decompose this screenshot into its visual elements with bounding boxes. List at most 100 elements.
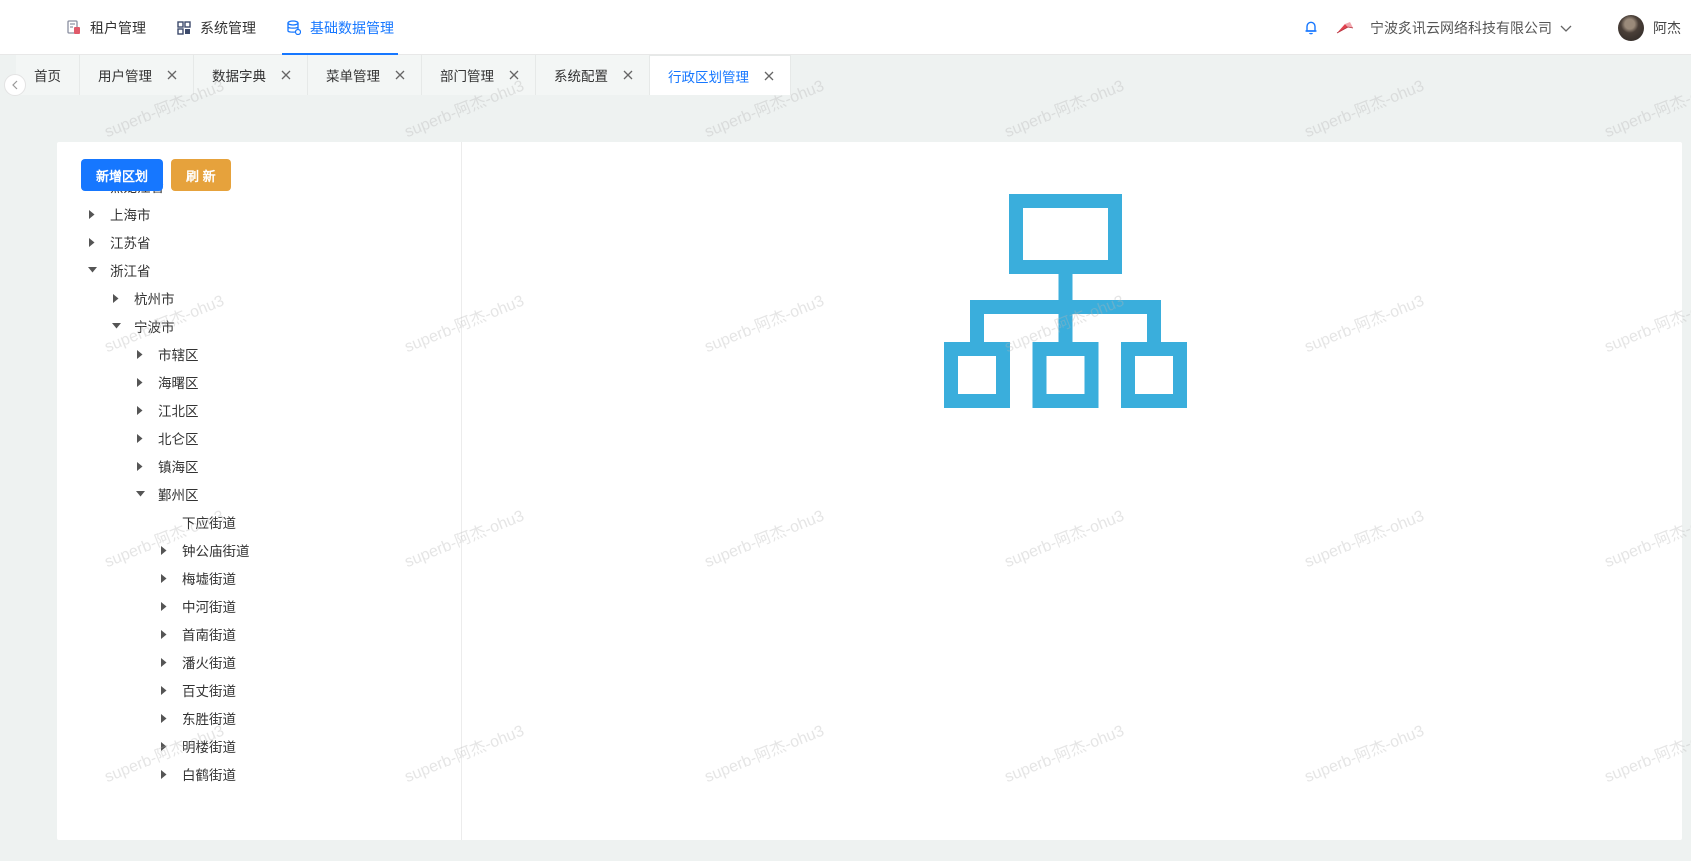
caret-right-icon[interactable] <box>159 573 169 583</box>
tree-node-label: 东胜街道 <box>182 712 236 727</box>
tab-menu-management[interactable]: 菜单管理 <box>308 55 422 95</box>
tab-label: 部门管理 <box>440 69 494 84</box>
tree-node-label: 百丈街道 <box>182 684 236 699</box>
tabs-scroll-left-button[interactable] <box>4 74 26 96</box>
tree-node[interactable]: 首南街道 <box>159 624 236 644</box>
menu-label: 租户管理 <box>90 19 146 36</box>
tab-system-config[interactable]: 系统配置 <box>536 55 650 95</box>
caret-right-icon[interactable] <box>111 293 121 303</box>
caret-right-icon[interactable] <box>135 405 145 415</box>
top-header: 租户管理 系统管理 基础数据管理 宁波炙讯云网络科技有限公司 阿杰 <box>0 0 1691 55</box>
tree-node-label: 下应街道 <box>182 516 236 531</box>
close-icon[interactable] <box>622 69 634 81</box>
tree-node[interactable]: 市辖区 <box>135 344 199 364</box>
tree-node[interactable]: 上海市 <box>87 204 151 224</box>
close-icon[interactable] <box>508 69 520 81</box>
tab-label: 首页 <box>34 69 61 84</box>
tab-label: 数据字典 <box>212 69 266 84</box>
tree-node-label: 浙江省 <box>110 264 151 279</box>
tab-label: 用户管理 <box>98 69 152 84</box>
header-tools: 宁波炙讯云网络科技有限公司 阿杰 <box>1302 0 1691 55</box>
tab-data-dictionary[interactable]: 数据字典 <box>194 55 308 95</box>
caret-right-icon[interactable] <box>159 769 169 779</box>
caret-right-icon[interactable] <box>135 461 145 471</box>
tree-node[interactable]: 东胜街道 <box>159 708 236 728</box>
skin-icon[interactable] <box>1336 19 1354 37</box>
menu-label: 基础数据管理 <box>310 19 394 36</box>
caret-right-icon[interactable] <box>159 629 169 639</box>
tree-node[interactable]: 白鹤街道 <box>159 764 236 784</box>
caret-right-icon[interactable] <box>135 349 145 359</box>
user-name[interactable]: 阿杰 <box>1653 18 1681 38</box>
company-switcher[interactable]: 宁波炙讯云网络科技有限公司 <box>1370 18 1572 38</box>
close-icon[interactable] <box>280 69 292 81</box>
tree-node-label: 宁波市 <box>134 320 175 335</box>
chevron-down-icon <box>1560 20 1572 36</box>
caret-right-icon[interactable] <box>135 433 145 443</box>
close-icon[interactable] <box>166 69 178 81</box>
tree-node[interactable]: 鄞州区 <box>135 484 199 504</box>
tree-node-label: 梅墟街道 <box>182 572 236 587</box>
menu-item-system[interactable]: 系统管理 <box>172 0 260 55</box>
caret-right-icon[interactable] <box>159 713 169 723</box>
tree-node[interactable]: 百丈街道 <box>159 680 236 700</box>
chevron-left-icon <box>11 78 19 93</box>
caret-right-icon[interactable] <box>159 601 169 611</box>
caret-right-icon[interactable] <box>159 657 169 667</box>
tree-node-label: 杭州市 <box>134 292 175 307</box>
tree-node[interactable]: 宁波市 <box>111 316 175 336</box>
tab-user-management[interactable]: 用户管理 <box>80 55 194 95</box>
top-menu: 租户管理 系统管理 基础数据管理 <box>62 0 420 55</box>
tree-node-label: 江北区 <box>158 404 199 419</box>
caret-right-icon[interactable] <box>159 545 169 555</box>
database-icon <box>286 20 302 36</box>
caret-down-icon[interactable] <box>135 489 145 499</box>
tree-node-label: 钟公庙街道 <box>182 544 250 559</box>
tree-node-label: 市辖区 <box>158 348 199 363</box>
tree-node[interactable]: 海曙区 <box>135 372 199 392</box>
tab-home[interactable]: 首页 <box>16 55 80 95</box>
tab-department-management[interactable]: 部门管理 <box>422 55 536 95</box>
tree-node[interactable]: 杭州市 <box>111 288 175 308</box>
tree-node[interactable]: 北仑区 <box>135 428 199 448</box>
caret-right-icon[interactable] <box>87 237 97 247</box>
tabs-bar: 首页 用户管理 数据字典 菜单管理 部门管理 系统配置 行政区划管理 <box>4 55 1691 96</box>
refresh-button[interactable]: 刷 新 <box>171 159 231 191</box>
detail-pane <box>462 142 1682 840</box>
tree-node[interactable]: 潘火街道 <box>159 652 236 672</box>
menu-item-tenant[interactable]: 租户管理 <box>62 0 150 55</box>
tab-list: 首页 用户管理 数据字典 菜单管理 部门管理 系统配置 行政区划管理 <box>16 55 791 95</box>
menu-label: 系统管理 <box>200 19 256 36</box>
region-panel: 新增区划 刷 新 黑龙江省上海市江苏省浙江省杭州市宁波市市辖区海曙区江北区北仑区… <box>57 142 1682 840</box>
close-icon[interactable] <box>763 70 775 82</box>
avatar[interactable] <box>1618 14 1644 41</box>
close-icon[interactable] <box>394 69 406 81</box>
tree-node[interactable]: 明楼街道 <box>159 736 236 756</box>
region-tree-pane: 新增区划 刷 新 黑龙江省上海市江苏省浙江省杭州市宁波市市辖区海曙区江北区北仑区… <box>57 142 462 840</box>
tree-node-label: 镇海区 <box>158 460 199 475</box>
caret-right-icon[interactable] <box>159 685 169 695</box>
menu-item-basic-data[interactable]: 基础数据管理 <box>282 0 398 55</box>
tree-node[interactable]: 江北区 <box>135 400 199 420</box>
caret-right-icon[interactable] <box>159 741 169 751</box>
tree-node-label: 明楼街道 <box>182 740 236 755</box>
tree-node[interactable]: 梅墟街道 <box>159 568 236 588</box>
tree-node[interactable]: 镇海区 <box>135 456 199 476</box>
tree-node[interactable]: 浙江省 <box>87 260 151 280</box>
caret-right-icon[interactable] <box>87 209 97 219</box>
tree-node[interactable]: 钟公庙街道 <box>159 540 250 560</box>
tree-node[interactable]: 江苏省 <box>87 232 151 252</box>
org-structure-icon <box>944 194 1187 408</box>
tree-node[interactable]: 下应街道 <box>159 512 236 532</box>
caret-down-icon[interactable] <box>87 265 97 275</box>
tree-node[interactable]: 中河街道 <box>159 596 236 616</box>
region-tree: 黑龙江省上海市江苏省浙江省杭州市宁波市市辖区海曙区江北区北仑区镇海区鄞州区下应街… <box>57 184 461 809</box>
caret-right-icon[interactable] <box>135 377 145 387</box>
tab-region-management[interactable]: 行政区划管理 <box>650 55 791 95</box>
add-region-button[interactable]: 新增区划 <box>81 159 164 191</box>
tree-node-label: 上海市 <box>110 208 151 223</box>
tenant-icon <box>66 20 82 36</box>
caret-down-icon[interactable] <box>111 321 121 331</box>
bell-icon[interactable] <box>1302 19 1320 37</box>
system-icon <box>176 20 192 36</box>
